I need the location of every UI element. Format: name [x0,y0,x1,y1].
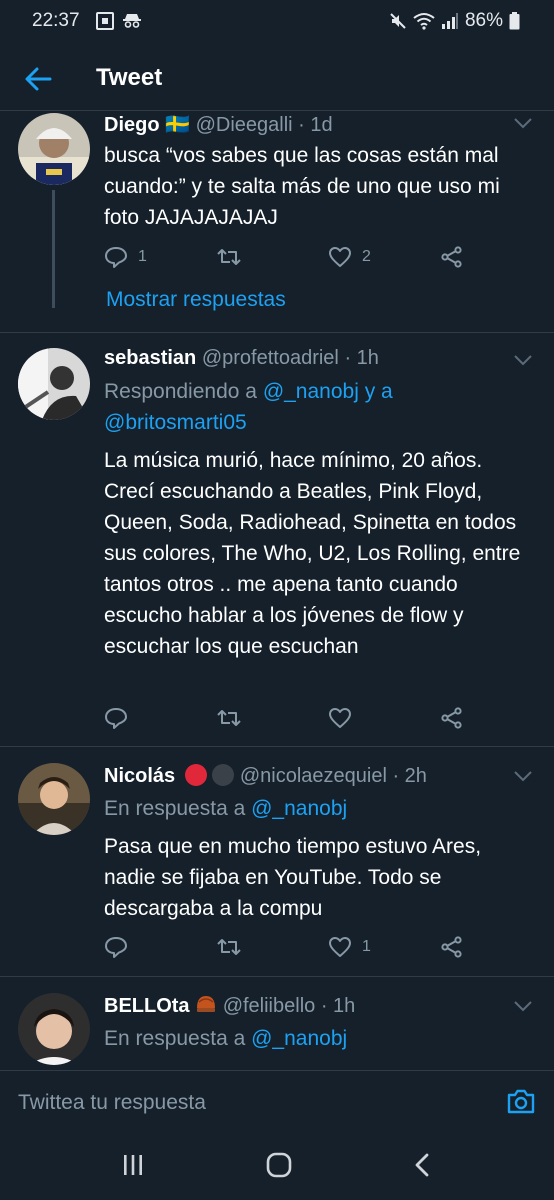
mute-icon [390,13,406,29]
retweet-icon [217,249,241,265]
tweet-author-name[interactable]: BELLOta [104,995,190,1017]
tweet-nicolas[interactable]: Nicolás @nicolaezequiel · 2h En respuest… [0,747,554,976]
replying-to-label: En respuesta a [104,797,246,820]
retweet-button[interactable] [216,936,242,958]
status-time: 22:37 [32,10,80,31]
share-icon [441,246,462,268]
tweet-time: · 2h [392,765,427,787]
replying-to: En respuesta a @_nanobj [104,1023,534,1054]
screenshot-notification-icon [96,12,114,30]
battery-percent: 86% [464,10,503,31]
avatar-diego[interactable] [18,113,90,185]
thread-line [52,190,55,308]
reply-icon [105,708,127,729]
reply-icon [105,247,127,268]
chevron-down-icon[interactable] [512,769,534,783]
tweet-actions: 1 [104,936,484,962]
show-replies-link[interactable]: Mostrar respuestas [106,288,286,312]
tweet-author-handle[interactable]: @profettoadriel [202,347,339,369]
tweet-author-name[interactable]: Nicolás [104,765,175,787]
incognito-icon [123,14,141,28]
wifi-icon [413,13,435,30]
reply-button[interactable] [104,707,128,729]
replying-to-label: En respuesta a [104,1027,246,1050]
battery-icon [509,12,520,30]
share-button[interactable] [440,246,464,268]
reply-count: 1 [138,248,147,265]
reply-composer[interactable]: Twittea tu respuesta [0,1070,554,1131]
reply-button[interactable] [104,936,128,958]
recent-apps-icon[interactable] [118,1152,148,1178]
black-circle-emoji [212,764,235,786]
system-navigation-bar [0,1130,554,1200]
tweet-bellota[interactable]: BELLOta @feliibello · 1h En respuesta a … [0,977,554,1070]
retweet-button[interactable] [216,246,242,268]
chestnut-emoji [197,996,216,1012]
share-button[interactable] [440,936,464,958]
tweet-sebastian[interactable]: sebastian @profettoadriel · 1h Respondie… [0,333,554,746]
status-bar: 22:37 86% [0,0,554,44]
tweet-diego[interactable]: Diego 🇸🇪 @Dieegalli · 1d busca “vos sabe… [0,110,554,332]
avatar-bellota[interactable] [18,993,90,1065]
chevron-down-icon[interactable] [512,116,534,130]
tweet-actions: 1 2 [104,246,484,272]
like-button[interactable]: 1 [328,936,371,958]
replying-to: Respondiendo a @_nanobj y a @britosmarti… [104,376,534,438]
home-icon[interactable] [264,1152,294,1178]
avatar-sebastian[interactable] [18,348,90,420]
replying-to-users[interactable]: @_nanobj [251,1027,347,1050]
app-bar: Tweet [0,44,554,111]
like-count: 1 [362,938,371,955]
replying-to-user-2[interactable]: @britosmarti05 [104,411,247,434]
tweet-text: busca “vos sabes que las cosas están mal… [104,144,500,229]
back-arrow-icon[interactable] [22,64,54,94]
tweet-author-handle[interactable]: @nicolaezequiel [240,765,387,787]
tweet-time: · 1h [344,347,379,369]
like-button[interactable] [328,707,352,729]
tweet-time: · 1d [298,114,333,136]
tweet-text: La música murió, hace mínimo, 20 años. C… [104,449,521,658]
replying-to-users[interactable]: @_nanobj [251,797,347,820]
replying-to-users[interactable]: @_nanobj y a [263,380,393,403]
replying-to: En respuesta a @_nanobj [104,793,534,824]
heart-icon [329,247,351,267]
share-button[interactable] [440,707,464,729]
retweet-button[interactable] [216,707,242,729]
sweden-flag: 🇸🇪 [165,114,191,136]
retweet-icon [217,939,241,955]
signal-icon [441,13,458,29]
share-icon [441,936,462,958]
tweet-text: Pasa que en mucho tiempo estuvo Ares, na… [104,835,482,920]
tweet-author-name[interactable]: sebastian [104,347,196,369]
reply-input[interactable]: Twittea tu respuesta [18,1091,206,1115]
red-circle-emoji [184,764,207,786]
back-icon[interactable] [408,1152,438,1178]
heart-icon [329,708,351,728]
reply-button[interactable]: 1 [104,246,147,268]
camera-icon[interactable] [506,1087,536,1115]
chevron-down-icon[interactable] [512,999,534,1013]
retweet-icon [217,710,241,726]
tweet-author-handle[interactable]: @feliibello [223,995,316,1017]
like-button[interactable]: 2 [328,246,371,268]
reply-icon [105,937,127,958]
page-title: Tweet [96,64,163,91]
tweet-actions [104,707,484,733]
heart-icon [329,937,351,957]
tweet-author-handle[interactable]: @Dieegalli [196,114,293,136]
tweet-time: · 1h [320,995,356,1017]
like-count: 2 [362,248,371,265]
replying-to-label: Respondiendo a [104,380,257,403]
share-icon [441,707,462,729]
chevron-down-icon[interactable] [512,353,534,367]
avatar-nicolas[interactable] [18,763,90,835]
tweet-author-name[interactable]: Diego [104,114,160,136]
